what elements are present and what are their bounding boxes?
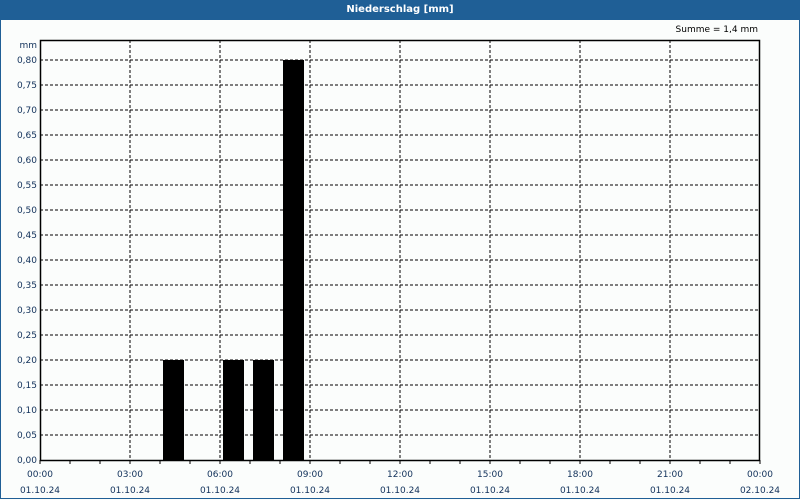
x-tick-date: 01.10.24	[380, 486, 420, 496]
y-tick-label: 0,30	[17, 306, 37, 316]
y-tick-label: 0,75	[17, 81, 37, 91]
precipitation-bar	[163, 360, 184, 460]
x-tick-date: 01.10.24	[200, 486, 240, 496]
precipitation-bar	[283, 60, 304, 460]
y-tick-label: 0,60	[17, 156, 37, 166]
y-tick-label: 0,80	[17, 56, 37, 66]
y-tick-label: 0,55	[17, 181, 37, 191]
precipitation-bar	[223, 360, 244, 460]
x-tick-date: 02.10.24	[740, 486, 780, 496]
x-tick-date: 01.10.24	[20, 486, 60, 496]
y-tick-label: 0,10	[17, 406, 37, 416]
y-tick-label: 0,15	[17, 381, 37, 391]
x-tick-date: 01.10.24	[470, 486, 510, 496]
y-tick-label: 0,70	[17, 106, 37, 116]
x-tick-date: 01.10.24	[650, 486, 690, 496]
x-tick-time: 06:00	[207, 470, 233, 480]
x-tick-time: 00:00	[27, 470, 53, 480]
y-tick-label: 0,35	[17, 281, 37, 291]
y-tick-label: 0,65	[17, 131, 37, 141]
y-axis-unit: mm	[19, 41, 37, 51]
x-tick-date: 01.10.24	[560, 486, 600, 496]
y-tick-label: 0,00	[17, 456, 37, 466]
x-tick-time: 18:00	[567, 470, 593, 480]
x-tick-time: 21:00	[657, 470, 683, 480]
y-tick-label: 0,50	[17, 206, 37, 216]
x-tick-time: 15:00	[477, 470, 503, 480]
y-tick-label: 0,40	[17, 256, 37, 266]
y-tick-label: 0,45	[17, 231, 37, 241]
precipitation-chart: 0,00 0,05 0,10 0,15 0,20 0,25 0,30 0,35 0,40 0,45…	[17, 39, 780, 496]
x-tick-time: 12:00	[387, 470, 413, 480]
x-tick-date: 01.10.24	[290, 486, 330, 496]
x-tick-time: 00:00	[747, 470, 773, 480]
x-tick-date: 01.10.24	[110, 486, 150, 496]
precipitation-bar	[253, 360, 274, 460]
x-tick-time: 03:00	[117, 470, 143, 480]
y-tick-label: 0,05	[17, 431, 37, 441]
x-tick-time: 09:00	[297, 470, 323, 480]
y-tick-label: 0,20	[17, 356, 37, 366]
y-tick-label: 0,25	[17, 331, 37, 341]
